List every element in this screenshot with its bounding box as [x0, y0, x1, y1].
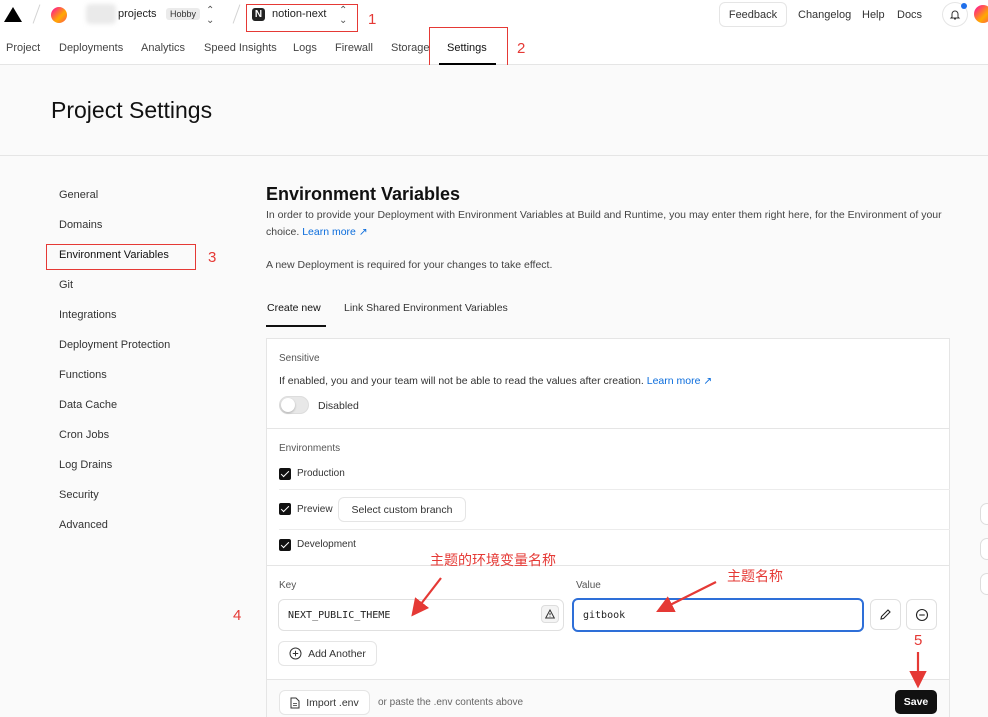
scroll-control[interactable] [980, 503, 988, 525]
annotation-arrows [411, 577, 927, 689]
scroll-control[interactable] [980, 538, 988, 560]
scroll-control[interactable] [980, 573, 988, 595]
